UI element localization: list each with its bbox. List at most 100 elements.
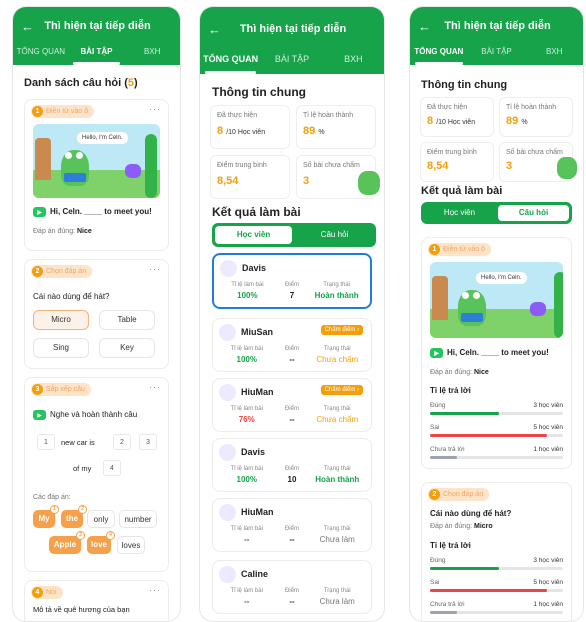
answer-chip[interactable]: number (119, 510, 157, 528)
ratio-bar-fill (430, 412, 500, 415)
answer-slot[interactable]: 1 (37, 434, 55, 450)
results-segment-control: Học viên Câu hỏi (421, 202, 572, 224)
question-card-4[interactable]: 4 Nói ··· Mô tả về quê hương của bạn (24, 580, 169, 621)
tab-exercises[interactable]: BÀI TẬP (69, 45, 125, 65)
question-card-1[interactable]: 1 Điền từ vào ô ··· Hello, I'm Celn. ▶ Hi,… (24, 99, 169, 251)
more-options-icon[interactable]: ··· (149, 585, 161, 595)
question-stats-card-1[interactable]: 1 Điền từ vào ô Hello, I'm Celn. ▶ Hi, Cel… (421, 237, 572, 469)
option-button[interactable]: Table (99, 310, 155, 330)
avatar (219, 324, 236, 341)
ratio-bar (430, 412, 563, 415)
question-type-badge: 2 Chọn đáp án (31, 265, 93, 278)
score-column: Điểm -- (274, 406, 309, 424)
rate-column: Tỉ lệ làm bài -- (219, 526, 274, 544)
answer-chip[interactable]: the 2 (61, 505, 87, 528)
grade-button[interactable]: Chấm điểm › (320, 325, 363, 335)
screen-question-list: ← Thì hiện tại tiếp diễn TỔNG QUAN BÀI T… (12, 6, 181, 622)
answer-chip[interactable]: love 4 (87, 531, 115, 554)
option-button[interactable]: Micro (33, 310, 89, 330)
answer-chip[interactable]: My 1 (33, 505, 59, 528)
ratio-count: 1 học viên (533, 601, 563, 608)
rate-column: Tỉ lệ làm bài 76% (219, 406, 274, 424)
answer-slot[interactable]: 3 (139, 434, 157, 450)
question-text: Cái nào dùng để hát? (33, 292, 110, 301)
question-type-badge: 4 Nói (31, 586, 63, 599)
tab-leaderboard[interactable]: BXH (525, 45, 583, 65)
question-stats-card-2[interactable]: 2 Chọn đáp án Cái nào dùng để hát? Đáp án… (421, 482, 572, 621)
results-segment-control: Học viên Câu hỏi (212, 223, 376, 247)
more-options-icon[interactable]: ··· (149, 104, 161, 114)
ratio-bar-fill (430, 434, 548, 437)
ratio-count: 3 học viên (533, 557, 563, 564)
question-card-3[interactable]: 3 Sắp xếp câu ··· ▶ Nghe và hoàn thành câu… (24, 377, 169, 572)
score-column: Điểm -- (274, 588, 309, 606)
student-result-card[interactable]: HiuMan Chấm điểm › Tỉ lệ làm bài 76% Điểm -- T… (212, 378, 372, 432)
back-arrow-icon[interactable]: ← (418, 19, 436, 34)
status: Chưa chấm (316, 355, 359, 364)
mascot-icon (358, 171, 380, 195)
question-type-badge: 1 Điền từ vào ô (428, 243, 492, 256)
segment-questions[interactable]: Câu hỏi (498, 205, 569, 221)
student-result-card[interactable]: Caline Tỉ lệ làm bài -- Điểm -- Trạng thái Chư… (212, 560, 372, 614)
question-card-2[interactable]: 2 Chọn đáp án ··· Cái nào dùng để hát? Mi… (24, 259, 169, 369)
more-options-icon[interactable]: ··· (149, 382, 161, 392)
avatar (219, 504, 236, 521)
header: ← Thì hiện tại tiếp diễn TỔNG QUAN BÀI T… (410, 7, 583, 65)
segment-students[interactable]: Học viên (215, 226, 293, 244)
student-result-card[interactable]: Davis Tỉ lệ làm bài 100% Điểm 10 Trạng thái Ho… (212, 438, 372, 492)
status: Chưa làm (319, 597, 355, 606)
student-result-card[interactable]: Davis Tỉ lệ làm bài 100% Điểm 7 Trạng thái Hoà… (212, 253, 372, 309)
tab-exercises[interactable]: BÀI TẬP (468, 45, 526, 65)
correct-answer: Nice (77, 228, 92, 235)
tab-leaderboard[interactable]: BXH (323, 51, 384, 74)
score: 10 (287, 475, 297, 484)
status: Hoàn thành (314, 291, 359, 300)
segment-students[interactable]: Học viên (424, 205, 495, 221)
correct-answer: Nice (474, 369, 489, 376)
speaker-icon[interactable]: ▶ (430, 348, 443, 358)
speaker-icon[interactable]: ▶ (33, 207, 46, 217)
completion-rate: -- (244, 597, 250, 606)
student-name: HiuMan (241, 507, 274, 517)
status-column: Trạng thái Chưa chấm (310, 346, 365, 364)
answer-chip[interactable]: loves (117, 536, 145, 554)
question-type-badge: 1 Điền từ vào ô (31, 105, 95, 118)
tab-overview[interactable]: TỔNG QUAN (410, 45, 468, 65)
grade-button[interactable]: Chấm điểm › (320, 385, 363, 395)
back-arrow-icon[interactable]: ← (208, 22, 226, 37)
answer-slot[interactable]: 4 (103, 460, 121, 476)
status-column: Trạng thái Hoàn thành (310, 466, 365, 484)
student-result-card[interactable]: HiuMan Tỉ lệ làm bài -- Điểm -- Trạng thái Chư… (212, 498, 372, 552)
back-arrow-icon[interactable]: ← (21, 19, 39, 34)
more-options-icon[interactable]: ··· (149, 264, 161, 274)
score-column: Điểm 10 (274, 466, 309, 484)
tab-overview[interactable]: TỔNG QUAN (200, 51, 261, 74)
tab-exercises[interactable]: BÀI TẬP (261, 51, 322, 74)
option-button[interactable]: Key (99, 338, 155, 358)
score: -- (289, 415, 295, 424)
answer-chip[interactable]: Apple 3 (49, 531, 85, 554)
answer-slot[interactable]: 2 (113, 434, 131, 450)
student-name: Davis (241, 447, 266, 457)
ratio-label: Chưa trả lời (430, 601, 465, 608)
stat-completed: Đã thực hiện 8 /10 Học viên (210, 105, 290, 149)
avatar (219, 384, 236, 401)
tab-leaderboard[interactable]: BXH (124, 45, 180, 65)
status-column: Trạng thái Chưa chấm (310, 406, 365, 424)
segment-questions[interactable]: Câu hỏi (296, 226, 373, 244)
score-column: Điểm 7 (275, 282, 310, 300)
score-column: Điểm -- (274, 526, 309, 544)
student-result-card[interactable]: MiuSan Chấm điểm › Tỉ lệ làm bài 100% Điểm --… (212, 318, 372, 372)
score-column: Điểm -- (274, 346, 309, 364)
results-heading: Kết quả làm bài (421, 185, 503, 197)
tab-overview[interactable]: TỔNG QUAN (13, 45, 69, 65)
option-button[interactable]: Sing (33, 338, 89, 358)
completion-rate: 100% (237, 291, 258, 300)
answer-chip[interactable]: only (87, 510, 115, 528)
question-text: Cái nào dùng để hát? (430, 509, 512, 518)
illustration-image: Hello, I'm Celn. (33, 124, 160, 198)
speaker-icon[interactable]: ▶ (33, 410, 46, 420)
student-name: MiuSan (241, 327, 274, 337)
answer-ratio-heading: Tỉ lệ trả lời (430, 541, 471, 550)
stat-completion-rate: Tỉ lệ hoàn thành 89 % (499, 97, 573, 137)
